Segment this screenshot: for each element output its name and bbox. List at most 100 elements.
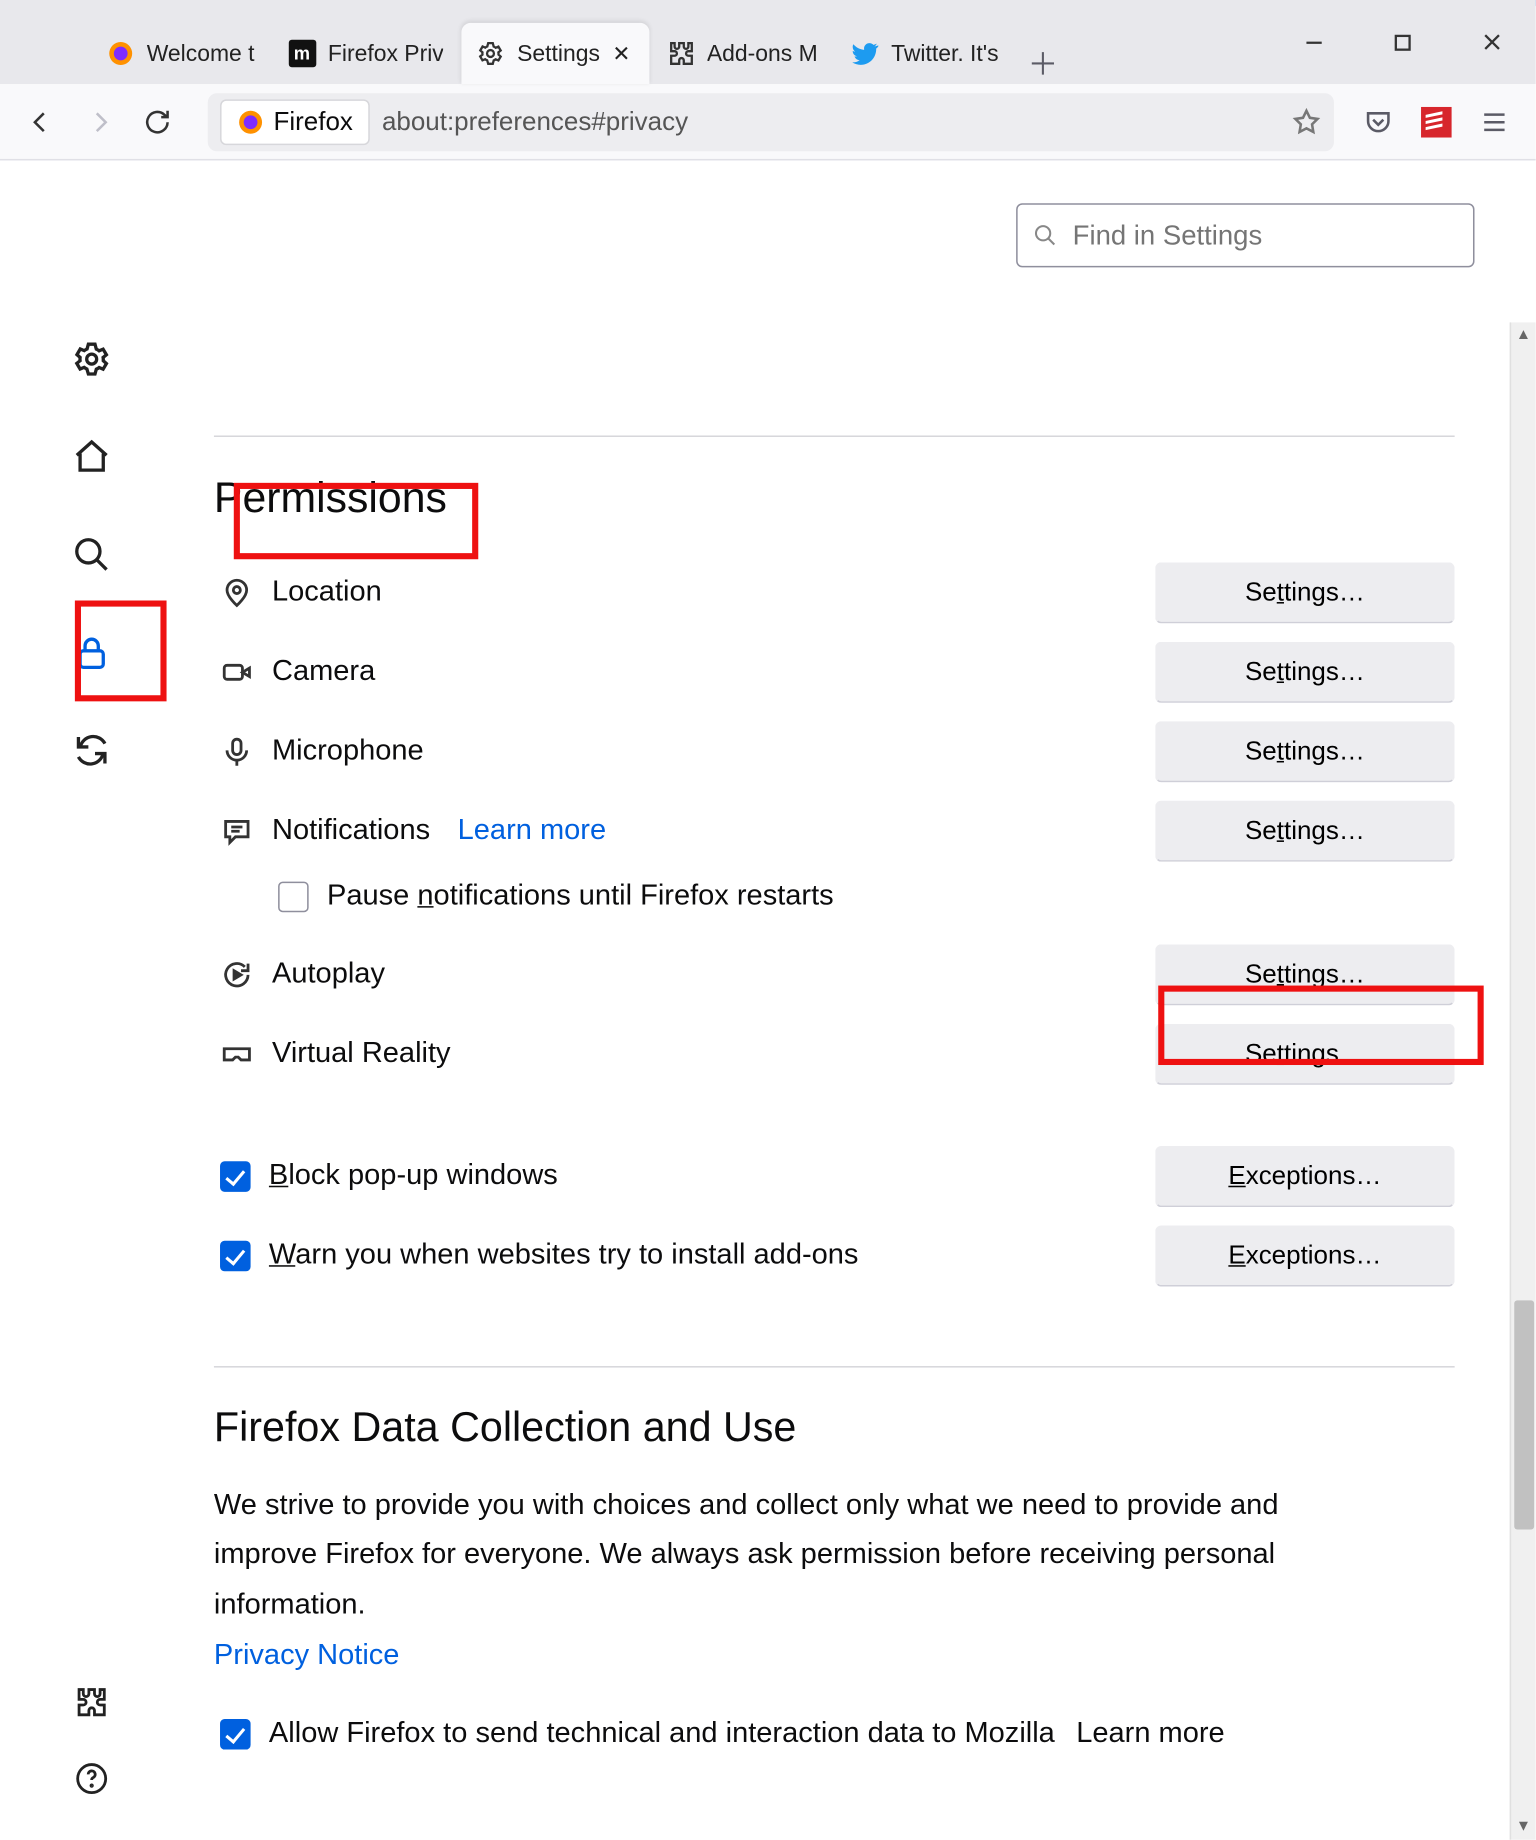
titlebar: Welcome t m Firefox Priv Settings ✕ Add- xyxy=(0,0,1536,84)
main-pane: Permissions Location Settings… Camera Se… xyxy=(183,160,1535,1839)
tab-welcome[interactable]: Welcome t xyxy=(92,23,270,84)
autoplay-icon xyxy=(214,958,260,992)
tab-twitter[interactable]: Twitter. It's xyxy=(836,23,1014,84)
m-icon: m xyxy=(288,40,316,68)
back-button[interactable] xyxy=(12,92,70,150)
location-settings-button[interactable]: Settings… xyxy=(1155,562,1454,623)
firefox-icon xyxy=(107,40,135,68)
permission-label: Notifications xyxy=(272,814,430,848)
bookmark-star-icon[interactable] xyxy=(1291,106,1322,137)
preferences-content: Permissions Location Settings… Camera Se… xyxy=(0,160,1536,1839)
pause-notifications-row: Pause notifications until Firefox restar… xyxy=(278,880,1455,914)
scroll-up-arrow[interactable]: ▲ xyxy=(1511,322,1535,348)
permissions-heading: Permissions xyxy=(214,474,1455,523)
vr-icon xyxy=(214,1038,260,1072)
section-divider xyxy=(214,435,1455,437)
new-tab-button[interactable]: ＋ xyxy=(1017,40,1069,84)
scroll-thumb[interactable] xyxy=(1514,1300,1534,1529)
tab-label: Firefox Priv xyxy=(328,40,444,66)
minimize-button[interactable] xyxy=(1270,0,1359,84)
app-menu-button[interactable] xyxy=(1465,92,1523,150)
permission-row-location: Location Settings… xyxy=(214,553,1455,632)
twitter-icon xyxy=(851,40,879,68)
pause-notifications-label: Pause notifications until Firefox restar… xyxy=(327,880,834,914)
block-popups-label: Block pop-up windows xyxy=(269,1160,558,1194)
category-search[interactable] xyxy=(61,524,122,585)
scroll-down-arrow[interactable]: ▼ xyxy=(1511,1814,1535,1840)
tab-strip: Welcome t m Firefox Priv Settings ✕ Add- xyxy=(0,0,1069,84)
microphone-icon xyxy=(214,735,260,769)
permission-label: Location xyxy=(272,576,382,610)
tab-addons[interactable]: Add-ons M xyxy=(652,23,833,84)
camera-icon xyxy=(214,656,260,690)
permission-label: Autoplay xyxy=(272,958,385,992)
pocket-button[interactable] xyxy=(1349,92,1407,150)
firefox-icon xyxy=(237,108,265,136)
vr-settings-button[interactable]: Settings… xyxy=(1155,1024,1454,1085)
noscript-icon xyxy=(1421,106,1452,137)
addons-shortcut[interactable] xyxy=(61,1672,122,1733)
notifications-learn-more-link[interactable]: Learn more xyxy=(458,814,606,848)
microphone-settings-button[interactable]: Settings… xyxy=(1155,721,1454,782)
addons-exceptions-button[interactable]: Exceptions… xyxy=(1155,1225,1454,1286)
vertical-scrollbar[interactable]: ▲ ▼ xyxy=(1510,322,1536,1839)
window-controls xyxy=(1270,0,1536,84)
tab-label: Twitter. It's xyxy=(891,40,999,66)
category-sync[interactable] xyxy=(61,720,122,781)
identity-label: Firefox xyxy=(274,106,353,137)
location-icon xyxy=(214,576,260,610)
permission-row-vr: Virtual Reality Settings… xyxy=(214,1015,1455,1094)
settings-search[interactable] xyxy=(1016,203,1474,267)
category-home[interactable] xyxy=(61,426,122,487)
permission-row-notifications: Notifications Learn more Settings… xyxy=(214,792,1455,871)
url-bar[interactable]: Firefox about:preferences#privacy xyxy=(208,92,1334,150)
forward-button[interactable] xyxy=(70,92,128,150)
help-button[interactable] xyxy=(61,1748,122,1809)
warn-addons-label: Warn you when websites try to install ad… xyxy=(269,1239,859,1273)
data-collection-heading: Firefox Data Collection and Use xyxy=(214,1404,1455,1451)
maximize-button[interactable] xyxy=(1358,0,1447,84)
permission-label: Camera xyxy=(272,656,375,690)
extension-button[interactable] xyxy=(1407,92,1465,150)
permission-label: Microphone xyxy=(272,735,424,769)
tab-label: Add-ons M xyxy=(707,40,818,66)
category-privacy[interactable] xyxy=(61,622,122,683)
warn-addons-row: Warn you when websites try to install ad… xyxy=(214,1216,1455,1295)
category-general[interactable] xyxy=(61,329,122,390)
block-popups-checkbox[interactable] xyxy=(220,1161,251,1192)
camera-settings-button[interactable]: Settings… xyxy=(1155,642,1454,703)
pause-notifications-checkbox[interactable] xyxy=(278,882,309,913)
settings-search-input[interactable] xyxy=(1070,218,1458,253)
permission-row-microphone: Microphone Settings… xyxy=(214,712,1455,791)
tab-settings[interactable]: Settings ✕ xyxy=(462,23,649,84)
allow-send-data-checkbox[interactable] xyxy=(220,1719,251,1750)
tab-firefox-privacy[interactable]: m Firefox Priv xyxy=(273,23,459,84)
section-divider xyxy=(214,1366,1455,1368)
nav-toolbar: Firefox about:preferences#privacy xyxy=(0,84,1536,160)
puzzle-icon xyxy=(667,40,695,68)
reload-button[interactable] xyxy=(128,92,186,150)
url-text: about:preferences#privacy xyxy=(382,106,688,137)
permission-label: Virtual Reality xyxy=(272,1038,451,1072)
gear-icon xyxy=(477,40,505,68)
block-popups-row: Block pop-up windows Exceptions… xyxy=(214,1137,1455,1216)
privacy-notice-link[interactable]: Privacy Notice xyxy=(214,1639,400,1671)
tab-label: Settings xyxy=(517,40,600,66)
notification-icon xyxy=(214,814,260,848)
allow-send-data-row: Allow Firefox to send technical and inte… xyxy=(214,1694,1455,1773)
close-window-button[interactable] xyxy=(1447,0,1536,84)
data-learn-more-link[interactable]: Learn more xyxy=(1076,1717,1224,1751)
permission-row-autoplay: Autoplay Settings… xyxy=(214,935,1455,1014)
identity-box[interactable]: Firefox xyxy=(220,99,370,145)
allow-send-data-label: Allow Firefox to send technical and inte… xyxy=(269,1717,1055,1751)
popups-exceptions-button[interactable]: Exceptions… xyxy=(1155,1146,1454,1207)
autoplay-settings-button[interactable]: Settings… xyxy=(1155,944,1454,1005)
warn-addons-checkbox[interactable] xyxy=(220,1241,251,1272)
category-sidebar xyxy=(0,160,183,1839)
tab-label: Welcome t xyxy=(147,40,255,66)
permission-row-camera: Camera Settings… xyxy=(214,633,1455,712)
tab-close-icon[interactable]: ✕ xyxy=(609,41,633,65)
data-collection-description: We strive to provide you with choices an… xyxy=(214,1482,1345,1630)
search-icon xyxy=(1033,223,1057,247)
notifications-settings-button[interactable]: Settings… xyxy=(1155,801,1454,862)
